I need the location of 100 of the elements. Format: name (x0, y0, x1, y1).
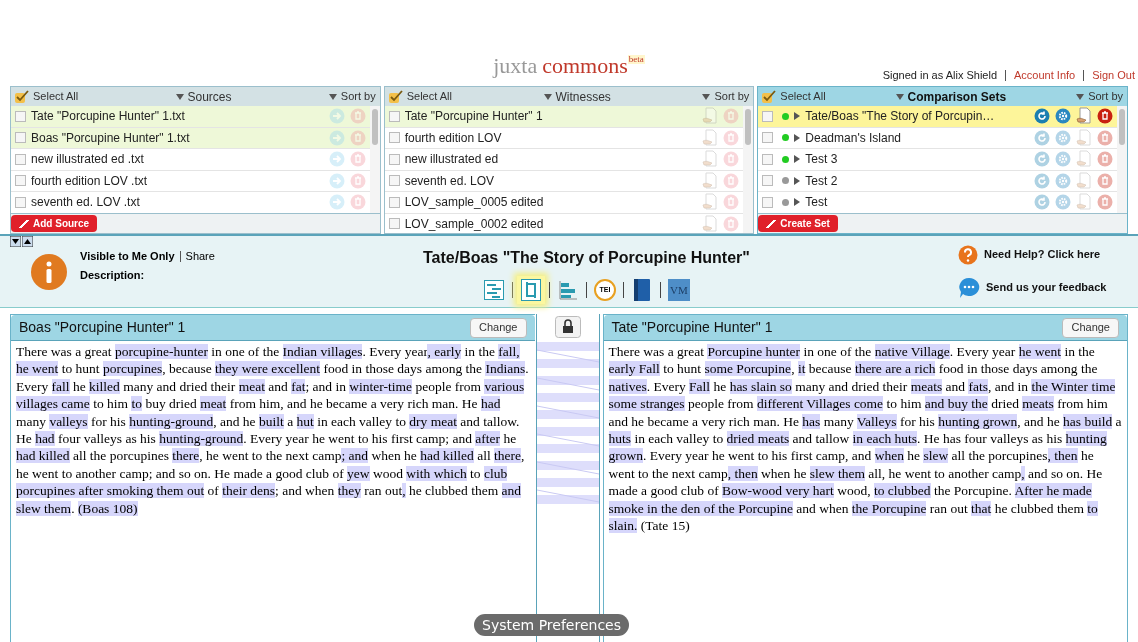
checkbox[interactable] (762, 153, 774, 165)
document-icon[interactable] (702, 193, 719, 212)
dropdown-icon[interactable] (1076, 93, 1085, 100)
change-button[interactable]: Change (1062, 317, 1119, 338)
panel-title: Witnesses (555, 88, 611, 106)
expand-icon[interactable] (794, 112, 801, 121)
expand-icon[interactable] (22, 236, 33, 247)
trash-icon[interactable] (1097, 108, 1113, 125)
gear-icon[interactable] (1055, 172, 1071, 189)
document-icon[interactable] (702, 171, 719, 190)
help-link[interactable]: Need Help? Click here (984, 246, 1101, 263)
pane-title: Boas "Porcupine Hunter" 1 (19, 318, 187, 337)
list-row[interactable]: Tate "Porcupine Hunter" 1.txt (11, 106, 370, 128)
header-link[interactable]: Account Info (1014, 67, 1076, 84)
refresh-icon[interactable] (1034, 108, 1050, 125)
panel-title: Sources (187, 88, 232, 106)
scrollbar[interactable] (1117, 106, 1127, 213)
feedback-link[interactable]: Send us your feedback (986, 279, 1107, 296)
help-icon[interactable] (958, 244, 978, 265)
document-icon[interactable] (1076, 171, 1092, 190)
dropdown-icon[interactable] (175, 93, 184, 100)
item-label: seventh ed. LOV .txt (31, 194, 141, 212)
checkbox[interactable] (762, 175, 774, 187)
dropdown-icon[interactable] (543, 93, 552, 100)
item-label: LOV_sample_0002 edited (404, 215, 545, 233)
checkbox[interactable] (15, 175, 26, 187)
header-link[interactable]: Sign Out (1092, 67, 1135, 84)
expand-icon[interactable] (794, 176, 801, 185)
item-label: new illustrated ed (404, 151, 500, 169)
scrollbar[interactable] (743, 106, 754, 233)
checkmark-icon (762, 90, 777, 103)
speech-bubble-icon[interactable] (958, 276, 980, 299)
document-icon[interactable] (702, 150, 719, 169)
add-button[interactable]: Create Set (758, 215, 838, 232)
document-icon[interactable] (1076, 193, 1092, 212)
item-label: new illustrated ed .txt (31, 151, 145, 169)
checkbox[interactable] (388, 132, 400, 144)
list-row[interactable]: fourth edition LOV .txt (11, 170, 370, 192)
list-row[interactable]: Tate "Porcupine Hunter" 1 (384, 106, 744, 128)
checkbox[interactable] (388, 110, 400, 122)
item-label: Deadman's Island (805, 129, 903, 147)
select-all-link[interactable]: Select All (33, 88, 79, 105)
item-label: LOV_sample_0005 edited (404, 194, 545, 212)
expand-icon[interactable] (794, 198, 801, 207)
expand-icon[interactable] (794, 155, 801, 164)
document-icon[interactable] (702, 128, 719, 147)
checkbox[interactable] (762, 196, 774, 208)
sort-by-dropdown[interactable]: Sort by (340, 88, 376, 105)
sort-by-dropdown[interactable]: Sort by (714, 88, 750, 105)
list-row[interactable]: Boas "Porcupine Hunter" 1.txt (11, 127, 370, 149)
checkbox[interactable] (15, 196, 26, 208)
sort-by-dropdown[interactable]: Sort by (1088, 88, 1123, 105)
scrollbar[interactable] (369, 106, 380, 213)
lock-icon[interactable] (554, 316, 581, 338)
add-button[interactable]: Add Source (11, 215, 98, 232)
checkbox[interactable] (762, 132, 774, 144)
document-icon[interactable] (702, 214, 719, 233)
gear-icon[interactable] (1055, 129, 1071, 146)
item-label: seventh ed. LOV (404, 172, 496, 190)
checkbox[interactable] (15, 132, 26, 144)
document-icon[interactable] (1076, 150, 1092, 169)
gear-icon[interactable] (1055, 194, 1071, 211)
checkbox[interactable] (15, 153, 26, 165)
gear-icon[interactable] (1055, 151, 1071, 168)
document-icon[interactable] (702, 107, 719, 126)
visibility-text: Visible to Me Only (80, 249, 175, 264)
collapse-icon[interactable] (10, 236, 21, 247)
checkbox[interactable] (762, 110, 774, 122)
item-label: Boas "Porcupine Hunter" 1.txt (31, 129, 191, 147)
checkbox[interactable] (15, 110, 26, 122)
expand-icon[interactable] (794, 133, 801, 142)
dropdown-icon[interactable] (328, 93, 337, 100)
gear-icon[interactable] (1055, 108, 1071, 125)
select-all-link[interactable]: Select All (406, 88, 452, 105)
description-label: Description: (80, 267, 146, 283)
checkmark-icon (15, 90, 29, 103)
checkmark-icon (388, 90, 403, 103)
witness-text: There was a great porcupine-hunter in one of the Indian villages. Every year, early in the fall, he went to hunt porcupines, because they were excellent food in those days among the Indians. Every fall he killed many and dried their meat and fat; and in winter-time people from various villages came to him to buy dried meat from him, and he became a very rich man. He had many valleys for his hunting-ground, and he built a hut in each valley to dry meat and tallow. He had four valleys as his hunting-ground. Every year he went to his first camp; and after he had killed all the porcupines there, he went to the next camp; and when he had killed all there, he went to another camp; and so on. He made a good club of yew wood with which to club porcupines after smoking them out of their dens; and when they ran out, he clubbed them and slew them. (Boas 108) (15, 343, 530, 518)
checkbox[interactable] (388, 153, 400, 165)
item-label: Test (805, 194, 829, 212)
item-label: fourth edition LOV .txt (31, 172, 149, 190)
item-label: Tate "Porcupine Hunter" 1.txt (31, 108, 186, 126)
signed-in-text: Signed in as Alix Shield (882, 68, 998, 83)
checkbox[interactable] (388, 196, 400, 208)
set-title: Tate/Boas "The Story of Porcupine Hunter" (423, 248, 750, 268)
change-button[interactable]: Change (469, 317, 527, 338)
checkbox[interactable] (388, 175, 400, 187)
document-icon[interactable] (1076, 107, 1092, 126)
document-icon[interactable] (1076, 128, 1092, 147)
side-by-side-view-button[interactable] (516, 276, 545, 304)
list-row[interactable]: new illustrated ed .txt (11, 149, 370, 171)
dropdown-icon[interactable] (895, 93, 904, 100)
share-link[interactable]: Share (185, 248, 215, 265)
checkbox[interactable] (388, 218, 400, 230)
info-icon[interactable] (30, 252, 68, 291)
witness-text: There was a great Porcupine hunter in one of the native Village. Every year he went in the early Fall to hunt some Porcupine, it because there are a rich food in those days among the natives. Every Fall he has slain so many and dried their meats and fats, and in the Winter time some stranges people from different Villages come to him and buy the dried meats from him and he became a very rich man. He has many Valleys for his hunting grown, and he has build a huts in each valley to dried meats and tallow in each huts. He has four valleys as his hunting grown. Every year he went to his first camp, and when he slew all the porcupines, then he went to the next camp, then when he slew them all, he went to another camp, and so on. He made a good club of Bow-wood very hart wood, to clubbed the Porcupine. After he made smoke in the den of the Porcupine and when the Porcupine ran out that he clubbed them to slain. (Tate 15) (607, 343, 1123, 535)
panel-title: Comparison Sets (907, 88, 1007, 106)
list-row[interactable]: Tate/Boas "The Story of Porcupin… (758, 106, 1117, 128)
select-all-link[interactable]: Select All (780, 88, 826, 105)
dropdown-icon[interactable] (702, 93, 711, 100)
